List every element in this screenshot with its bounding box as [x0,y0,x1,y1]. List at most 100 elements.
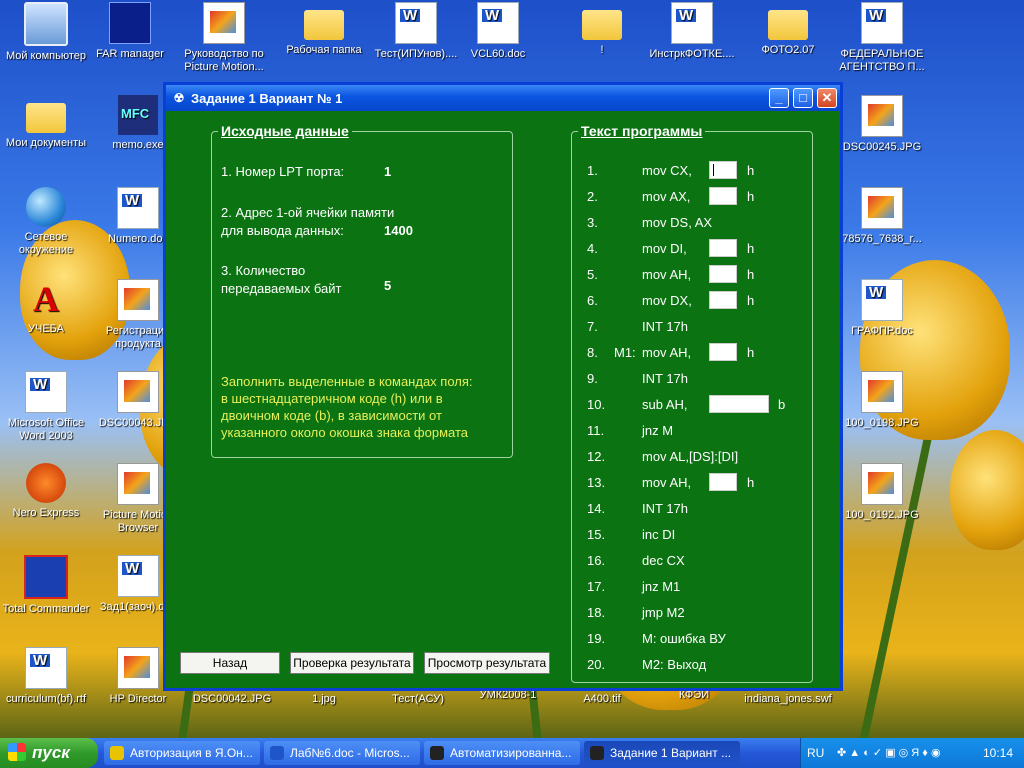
operand-input[interactable] [709,239,737,257]
desktop-icon-label: Регистрация продукта [105,325,171,350]
word-app-icon [25,371,67,413]
radiation-icon [590,746,604,760]
line-number: 3. [587,215,598,230]
desktop-icon[interactable]: FAR manager [84,2,176,61]
desktop-icon[interactable]: ИнстркФОТКЕ.... [646,2,738,61]
taskbar-button[interactable]: Лаб№6.doc - Micros... [264,741,420,765]
taskbar-button-label: Авторизация в Я.Он... [130,746,253,760]
back-button[interactable]: Назад [180,652,280,674]
word-doc-icon [117,187,159,229]
addr-label-2: для вывода данных: [221,223,344,238]
instruction-line-3: двоичном коде (b), в зависимости от [221,408,442,423]
desktop-icon[interactable]: Total Commander [0,555,92,616]
desktop-icon[interactable]: ФОТО2.07 [742,2,834,57]
line-number: 17. [587,579,606,594]
window-title: Задание 1 Вариант № 1 [191,90,343,106]
operand-input[interactable] [709,161,737,179]
taskbar-button[interactable]: Задание 1 Вариант ... [584,741,740,765]
operand-input[interactable] [709,291,737,309]
language-indicator[interactable]: RU [807,738,824,768]
word-doc-icon [395,2,437,44]
line-command: sub AH, [642,397,688,412]
line-command: mov AH, [642,345,692,360]
program-line: 2. mov AX, h [572,187,812,209]
program-line: 20. M2: Выход [572,657,812,677]
view-result-button[interactable]: Просмотр результата [424,652,550,674]
task-window[interactable]: ☢ Задание 1 Вариант № 1 _ □ ✕ Исходные д… [163,82,843,691]
desktop-icon[interactable]: A УЧЕБА [0,279,92,336]
network-icon [26,187,66,227]
line-command: mov DI, [642,241,687,256]
desktop-icon[interactable]: Мой компьютер [0,2,92,63]
close-button[interactable]: ✕ [817,88,837,108]
desktop-icon-label: 78576_7638_r... [842,233,922,245]
start-button[interactable]: пуск [0,738,98,768]
line-number: 14. [587,501,606,516]
line-number: 8. [587,345,598,360]
tray-icons[interactable]: ✤ ▲ ◐ ✓ ▣ ◎ Я ♦ ◉ [837,738,941,768]
operand-input[interactable] [709,265,737,283]
desktop-icon-label: Nero Express [12,507,80,519]
desktop-icon[interactable]: 100_0198.JPG [836,371,928,430]
operand-input[interactable] [709,395,769,413]
line-number: 18. [587,605,606,620]
desktop-icon-label: 100_0198.JPG [845,417,919,429]
desktop-icon[interactable]: ГРАФПР.doc [836,279,928,338]
radiation-icon [430,746,444,760]
taskbar-button-label: Лаб№6.doc - Micros... [290,746,410,760]
desktop-icon[interactable]: Microsoft Office Word 2003 [0,371,92,443]
operand-input[interactable] [709,187,737,205]
desktop-icon[interactable]: Рабочая папка [278,2,370,57]
desktop-icon[interactable]: 78576_7638_r... [836,187,928,246]
taskbar-button[interactable]: Автоматизированна... [424,741,580,765]
desktop-icon-label: ФЕДЕРАЛЬНОЕ АГЕНТСТВО П... [839,48,925,73]
desktop-icon[interactable]: DSC00245.JPG [836,95,928,154]
floppy-icon [24,555,68,599]
format-suffix: h [747,267,755,282]
start-label: пуск [32,743,70,762]
program-line: 10. sub AH, b [572,395,812,417]
minimize-button[interactable]: _ [769,88,789,108]
desktop-icon[interactable]: Тест(ИПУнов).... [370,2,462,61]
operand-input[interactable] [709,473,737,491]
check-result-button[interactable]: Проверка результата [290,652,414,674]
program-group: Текст программы 1. mov CX, h 2. mov AX, h 3. mo… [571,123,813,683]
computer-icon [24,2,68,46]
line-command: mov AX, [642,189,691,204]
desktop-icon[interactable]: Nero Express [0,463,92,520]
program-line: 7. INT 17h [572,319,812,339]
desktop-icon[interactable]: VCL60.doc [452,2,544,61]
desktop-icon[interactable]: Руководство по Picture Motion... [178,2,270,74]
program-line: 17. jnz M1 [572,579,812,599]
maximize-button[interactable]: □ [793,88,813,108]
desktop-icon-label: Сетевое окружение [18,231,74,256]
taskbar-button[interactable]: Авторизация в Я.Он... [104,741,260,765]
line-number: 9. [587,371,598,386]
word-doc-icon [861,2,903,44]
window-titlebar[interactable]: ☢ Задание 1 Вариант № 1 _ □ ✕ [166,85,840,111]
picture-motion-icon [203,2,245,44]
line-command: INT 17h [642,501,689,516]
image-file-icon [861,187,903,229]
operand-input[interactable] [709,343,737,361]
windows-flag-icon [8,743,26,761]
program-line: 15. inc DI [572,527,812,547]
line-number: 15. [587,527,606,542]
desktop-icon[interactable]: curriculum(bf).rtf [0,647,92,706]
line-command: jnz M1 [642,579,681,594]
line-command: dec CX [642,553,685,568]
desktop-icon[interactable]: Сетевое окружение [0,187,92,257]
desktop-icon[interactable]: Мои документы [0,95,92,150]
lpt-value: 1 [384,164,392,179]
desktop-icon-label: DSC00042.JPG [192,693,272,705]
desktop-icon-label: Мои документы [5,137,87,149]
format-suffix: b [778,397,786,412]
instruction-line-4: указанного около окошка знака формата [221,425,469,440]
picture-browser-icon [117,463,159,505]
desktop-icon[interactable]: 100_0192.JPG [836,463,928,522]
addr-label-1: 2. Адрес 1-ой ячейки памяти [221,205,395,220]
desktop-icon[interactable]: ! [556,2,648,57]
desktop-icon-label: DSC00245.JPG [842,141,922,153]
desktop-icon[interactable]: ФЕДЕРАЛЬНОЕ АГЕНТСТВО П... [836,2,928,74]
line-command: inc DI [642,527,676,542]
